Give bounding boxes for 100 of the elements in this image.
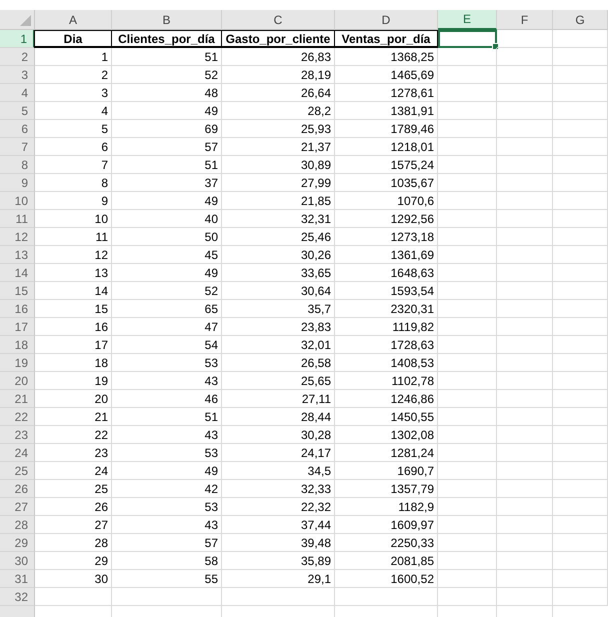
table-cell[interactable]: 43	[112, 372, 222, 390]
empty-cell[interactable]	[497, 246, 553, 264]
empty-cell[interactable]	[553, 552, 608, 570]
row-header[interactable]: 5	[0, 102, 35, 120]
table-cell[interactable]: 69	[112, 120, 222, 138]
empty-cell[interactable]	[438, 102, 497, 120]
empty-cell[interactable]	[497, 192, 553, 210]
empty-cell[interactable]	[553, 282, 608, 300]
table-cell[interactable]: 32,01	[222, 336, 335, 354]
table-cell[interactable]: 1218,01	[335, 138, 438, 156]
table-cell[interactable]: 57	[112, 138, 222, 156]
table-cell[interactable]: 1368,25	[335, 48, 438, 66]
row-header[interactable]: 23	[0, 426, 35, 444]
empty-cell[interactable]	[497, 552, 553, 570]
empty-cell[interactable]	[497, 48, 553, 66]
row-header[interactable]: 4	[0, 84, 35, 102]
table-cell[interactable]: 30,89	[222, 156, 335, 174]
table-cell[interactable]: 1648,63	[335, 264, 438, 282]
table-cell[interactable]: 2320,31	[335, 300, 438, 318]
empty-cell[interactable]	[497, 480, 553, 498]
empty-cell[interactable]	[438, 534, 497, 552]
empty-cell[interactable]	[438, 66, 497, 84]
empty-cell[interactable]	[553, 264, 608, 282]
empty-cell[interactable]	[497, 372, 553, 390]
empty-cell[interactable]	[438, 156, 497, 174]
table-cell[interactable]: 21	[35, 408, 112, 426]
table-cell[interactable]: 50	[112, 228, 222, 246]
table-cell[interactable]: 43	[112, 516, 222, 534]
empty-cell[interactable]	[497, 498, 553, 516]
table-cell[interactable]: 12	[35, 246, 112, 264]
row-header[interactable]: 29	[0, 534, 35, 552]
empty-cell[interactable]	[497, 444, 553, 462]
row-header[interactable]: 18	[0, 336, 35, 354]
empty-cell[interactable]	[553, 318, 608, 336]
table-cell[interactable]: 10	[35, 210, 112, 228]
empty-cell[interactable]	[497, 84, 553, 102]
empty-cell[interactable]	[553, 102, 608, 120]
table-cell[interactable]: 22	[35, 426, 112, 444]
table-cell[interactable]: 55	[112, 570, 222, 588]
row-header[interactable]: 27	[0, 498, 35, 516]
table-cell[interactable]: 2	[35, 66, 112, 84]
table-cell[interactable]: 1728,63	[335, 336, 438, 354]
empty-cell[interactable]	[497, 138, 553, 156]
empty-cell[interactable]	[553, 84, 608, 102]
empty-cell[interactable]	[438, 192, 497, 210]
empty-cell[interactable]	[553, 516, 608, 534]
empty-cell[interactable]	[438, 246, 497, 264]
table-cell[interactable]: 34,5	[222, 462, 335, 480]
empty-cell[interactable]	[497, 390, 553, 408]
empty-cell[interactable]	[497, 282, 553, 300]
table-cell[interactable]: 24,17	[222, 444, 335, 462]
row-header[interactable]: 16	[0, 300, 35, 318]
table-cell[interactable]: 29	[35, 552, 112, 570]
row-header[interactable]: 30	[0, 552, 35, 570]
row-header[interactable]: 8	[0, 156, 35, 174]
table-cell[interactable]: 2081,85	[335, 552, 438, 570]
table-cell[interactable]: 22,32	[222, 498, 335, 516]
empty-cell[interactable]	[497, 30, 553, 48]
table-cell[interactable]: 49	[112, 264, 222, 282]
empty-cell[interactable]	[438, 354, 497, 372]
table-cell[interactable]: Clientes_por_día	[111, 30, 222, 48]
empty-cell[interactable]	[497, 210, 553, 228]
table-cell[interactable]: 1381,91	[335, 102, 438, 120]
table-cell[interactable]: 21,85	[222, 192, 335, 210]
table-cell[interactable]: 57	[112, 534, 222, 552]
table-cell[interactable]: 1119,82	[335, 318, 438, 336]
table-cell[interactable]: 27	[35, 516, 112, 534]
empty-cell[interactable]	[497, 354, 553, 372]
table-cell[interactable]: 53	[112, 354, 222, 372]
empty-cell[interactable]	[553, 174, 608, 192]
empty-cell[interactable]	[553, 498, 608, 516]
table-cell[interactable]: 1281,24	[335, 444, 438, 462]
table-cell[interactable]: 1593,54	[335, 282, 438, 300]
empty-cell[interactable]	[112, 588, 222, 606]
empty-cell[interactable]	[438, 426, 497, 444]
empty-cell[interactable]	[438, 336, 497, 354]
row-header[interactable]: 2	[0, 48, 35, 66]
row-header[interactable]: 20	[0, 372, 35, 390]
table-cell[interactable]: 23	[35, 444, 112, 462]
table-cell[interactable]: 16	[35, 318, 112, 336]
table-cell[interactable]: 1302,08	[335, 426, 438, 444]
table-cell[interactable]: 58	[112, 552, 222, 570]
empty-cell[interactable]	[553, 48, 608, 66]
table-cell[interactable]: 8	[35, 174, 112, 192]
row-header[interactable]: 26	[0, 480, 35, 498]
empty-cell[interactable]	[438, 390, 497, 408]
table-cell[interactable]: Ventas_por_día	[334, 30, 438, 48]
table-cell[interactable]: 21,37	[222, 138, 335, 156]
table-cell[interactable]: 46	[112, 390, 222, 408]
empty-cell[interactable]	[497, 120, 553, 138]
empty-cell[interactable]	[553, 372, 608, 390]
empty-cell[interactable]	[553, 426, 608, 444]
empty-cell[interactable]	[553, 300, 608, 318]
row-header[interactable]: 21	[0, 390, 35, 408]
table-cell[interactable]: 3	[35, 84, 112, 102]
empty-cell[interactable]	[438, 84, 497, 102]
empty-cell[interactable]	[497, 66, 553, 84]
row-header[interactable]: 12	[0, 228, 35, 246]
row-header[interactable]: 13	[0, 246, 35, 264]
empty-cell[interactable]	[438, 210, 497, 228]
